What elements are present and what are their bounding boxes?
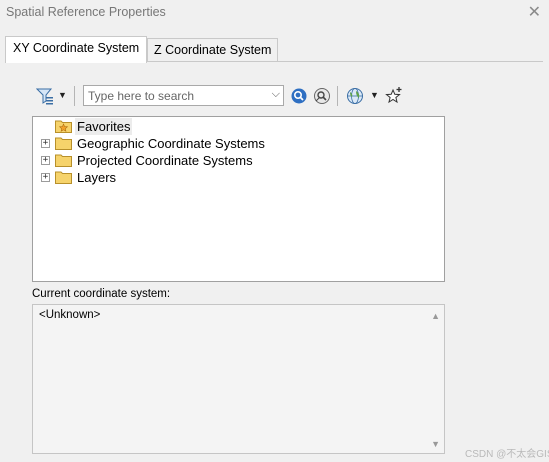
scroll-down-icon[interactable]: ▼ (431, 439, 440, 449)
search-input[interactable] (84, 86, 264, 105)
expand-icon[interactable]: + (41, 156, 50, 165)
tree-item-label: Projected Coordinate Systems (77, 153, 253, 168)
current-coordinate-system-label: Current coordinate system: (32, 288, 171, 300)
folder-icon (55, 154, 72, 167)
folder-icon (55, 137, 72, 150)
add-favorite-icon[interactable] (385, 86, 403, 105)
search-dropdown-icon[interactable]: ⌵ (272, 88, 280, 101)
current-coordinate-system-box: <Unknown> ▲ ▼ (32, 304, 445, 454)
watermark: CSDN @不太会GIS (465, 449, 549, 460)
tree-item-label: Favorites (75, 118, 133, 135)
clear-search-icon[interactable] (313, 87, 331, 105)
tree-item-label: Layers (77, 170, 117, 185)
close-icon[interactable]: ✕ (528, 2, 541, 21)
filter-icon[interactable] (36, 87, 54, 105)
filter-dropdown-arrow-icon[interactable]: ▼ (58, 90, 67, 100)
current-coordinate-system-value: <Unknown> (39, 309, 101, 321)
tab-xy-coordinate-system[interactable]: XY Coordinate System (5, 36, 147, 63)
globe-icon[interactable] (346, 87, 364, 105)
scroll-up-icon[interactable]: ▲ (431, 311, 440, 321)
globe-dropdown-arrow-icon[interactable]: ▼ (370, 90, 379, 100)
coordinate-system-tree[interactable]: Favorites + Geographic Coordinate System… (32, 116, 445, 282)
expand-icon[interactable]: + (41, 139, 50, 148)
toolbar-separator (74, 86, 75, 106)
tree-item-label: Geographic Coordinate Systems (77, 136, 265, 151)
search-icon[interactable] (290, 87, 308, 105)
folder-icon (55, 171, 72, 184)
toolbar-separator (337, 86, 338, 106)
search-box[interactable]: ⌵ (83, 85, 284, 106)
favorites-folder-icon (55, 120, 72, 133)
tab-z-coordinate-system[interactable]: Z Coordinate System (147, 38, 278, 62)
expand-icon[interactable]: + (41, 173, 50, 182)
window-title: Spatial Reference Properties (6, 5, 166, 19)
title-bar: Spatial Reference Properties ✕ (0, 0, 549, 26)
